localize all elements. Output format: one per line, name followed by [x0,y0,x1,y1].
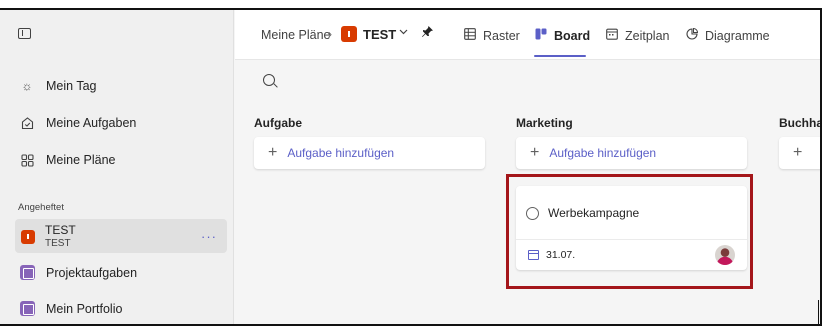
tab-board[interactable]: Board [535,28,590,43]
add-task-button[interactable]: + Aufgabe hinzufügen [516,137,747,169]
check-shield-icon [20,116,34,130]
plus-icon: + [268,144,278,161]
sidebar-item-label: Meine Aufgaben [46,116,137,130]
calendar-icon [528,250,539,260]
chart-icon [686,27,699,43]
pinned-plan-title: TEST [45,223,76,237]
sidebar-item-mein-tag[interactable]: ☼ Mein Tag [20,76,97,96]
sidebar: ☼ Mein Tag Meine Aufgaben Meine Pläne An… [0,10,234,324]
calendar-icon [606,28,618,43]
chevron-down-icon[interactable] [399,27,408,38]
tab-zeitplan[interactable]: Zeitplan [606,28,669,43]
plus-icon: + [793,144,803,161]
more-options-icon[interactable]: ··· [201,229,217,244]
divider [818,300,819,326]
grid-icon [20,153,34,167]
add-task-label: Aufgabe hinzufügen [287,146,395,160]
avatar[interactable] [715,245,735,265]
bucket-title[interactable]: Aufgabe [254,116,302,130]
tab-label: Zeitplan [625,28,670,43]
tab-label: Board [554,28,591,43]
sidebar-item-projektaufgaben[interactable]: Projektaufgaben [46,266,137,280]
plan-icon [21,230,35,244]
bucket-title[interactable]: Buchha [779,116,820,130]
sidebar-collapse-icon[interactable] [18,28,31,39]
sidebar-item-mein-portfolio[interactable]: Mein Portfolio [46,302,122,316]
plan-icon [20,265,35,280]
task-card[interactable]: Werbekampagne 31.07. [516,186,747,270]
pinned-plan-subtitle: TEST [45,238,71,249]
tab-label: Raster [483,28,520,43]
bucket-title[interactable]: Marketing [516,116,573,130]
tab-diagramme[interactable]: Diagramme [686,27,770,43]
plan-icon [20,301,35,316]
add-task-label: Aufgabe hinzufügen [549,146,657,160]
task-due-date: 31.07. [546,249,576,261]
breadcrumb-separator-icon: › [328,27,332,41]
complete-task-checkbox[interactable] [526,207,539,220]
plus-icon: + [530,144,540,161]
breadcrumb-root[interactable]: Meine Pläne [261,28,331,42]
add-task-button[interactable]: + Aufgabe hinzufügen [254,137,485,169]
grid-icon [464,28,476,43]
app-window: ☼ Mein Tag Meine Aufgaben Meine Pläne An… [0,8,822,326]
pin-icon[interactable] [421,25,434,41]
search-icon[interactable] [263,74,275,86]
tab-raster[interactable]: Raster [464,28,520,43]
sidebar-item-meine-plaene[interactable]: Meine Pläne [20,150,116,170]
sun-icon: ☼ [21,79,33,93]
active-tab-indicator [534,55,586,57]
sidebar-item-label: Meine Pläne [46,153,116,167]
tab-label: Diagramme [705,28,770,43]
pinned-section-label: Angeheftet [18,202,64,213]
add-task-button[interactable]: + [779,137,820,169]
plan-title[interactable]: TEST [363,27,396,42]
top-bar: Meine Pläne › TEST Raster Board Zeitplan… [235,10,820,60]
plan-icon [341,26,357,42]
sidebar-item-test-plan[interactable]: TEST TEST ··· [15,219,227,253]
board-icon [535,28,547,43]
divider [516,239,747,240]
sidebar-item-label: Mein Tag [46,79,97,93]
main-area: Meine Pläne › TEST Raster Board Zeitplan… [235,10,820,324]
task-title: Werbekampagne [548,206,640,220]
sidebar-item-meine-aufgaben[interactable]: Meine Aufgaben [20,113,136,133]
